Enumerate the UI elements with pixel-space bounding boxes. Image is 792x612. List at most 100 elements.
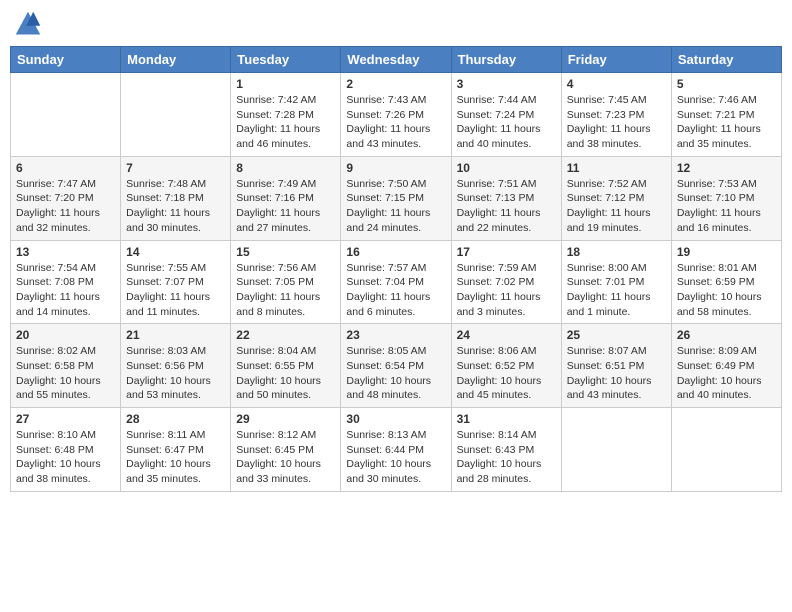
sunset-text: Sunset: 6:47 PM	[126, 444, 204, 456]
day-info: Sunrise: 7:56 AM Sunset: 7:05 PM Dayligh…	[236, 261, 335, 320]
calendar-cell: 2 Sunrise: 7:43 AM Sunset: 7:26 PM Dayli…	[341, 73, 451, 157]
page-header	[10, 10, 782, 38]
sunrise-text: Sunrise: 7:51 AM	[457, 178, 537, 190]
day-info: Sunrise: 7:45 AM Sunset: 7:23 PM Dayligh…	[567, 93, 666, 152]
daylight-text: Daylight: 11 hours and 24 minutes.	[346, 207, 430, 234]
sunrise-text: Sunrise: 7:59 AM	[457, 262, 537, 274]
day-number: 23	[346, 328, 445, 342]
day-info: Sunrise: 8:05 AM Sunset: 6:54 PM Dayligh…	[346, 344, 445, 403]
calendar-cell: 22 Sunrise: 8:04 AM Sunset: 6:55 PM Dayl…	[231, 324, 341, 408]
daylight-text: Daylight: 10 hours and 35 minutes.	[126, 458, 211, 485]
day-number: 3	[457, 77, 556, 91]
sunset-text: Sunset: 6:55 PM	[236, 360, 314, 372]
day-info: Sunrise: 7:52 AM Sunset: 7:12 PM Dayligh…	[567, 177, 666, 236]
header-friday: Friday	[561, 47, 671, 73]
sunset-text: Sunset: 7:05 PM	[236, 276, 314, 288]
sunrise-text: Sunrise: 7:48 AM	[126, 178, 206, 190]
daylight-text: Daylight: 11 hours and 32 minutes.	[16, 207, 100, 234]
sunrise-text: Sunrise: 8:14 AM	[457, 429, 537, 441]
day-number: 12	[677, 161, 776, 175]
daylight-text: Daylight: 11 hours and 46 minutes.	[236, 123, 320, 150]
daylight-text: Daylight: 10 hours and 53 minutes.	[126, 375, 211, 402]
sunrise-text: Sunrise: 8:11 AM	[126, 429, 205, 441]
calendar-cell: 17 Sunrise: 7:59 AM Sunset: 7:02 PM Dayl…	[451, 240, 561, 324]
day-number: 1	[236, 77, 335, 91]
calendar-week-3: 13 Sunrise: 7:54 AM Sunset: 7:08 PM Dayl…	[11, 240, 782, 324]
day-info: Sunrise: 8:03 AM Sunset: 6:56 PM Dayligh…	[126, 344, 225, 403]
calendar-cell: 16 Sunrise: 7:57 AM Sunset: 7:04 PM Dayl…	[341, 240, 451, 324]
sunset-text: Sunset: 6:51 PM	[567, 360, 645, 372]
daylight-text: Daylight: 10 hours and 28 minutes.	[457, 458, 542, 485]
day-number: 20	[16, 328, 115, 342]
sunset-text: Sunset: 7:23 PM	[567, 109, 645, 121]
daylight-text: Daylight: 10 hours and 55 minutes.	[16, 375, 101, 402]
calendar-cell: 1 Sunrise: 7:42 AM Sunset: 7:28 PM Dayli…	[231, 73, 341, 157]
sunset-text: Sunset: 7:24 PM	[457, 109, 535, 121]
daylight-text: Daylight: 11 hours and 19 minutes.	[567, 207, 651, 234]
sunrise-text: Sunrise: 8:12 AM	[236, 429, 316, 441]
day-info: Sunrise: 7:59 AM Sunset: 7:02 PM Dayligh…	[457, 261, 556, 320]
sunset-text: Sunset: 6:54 PM	[346, 360, 424, 372]
calendar-cell	[121, 73, 231, 157]
daylight-text: Daylight: 11 hours and 38 minutes.	[567, 123, 651, 150]
sunset-text: Sunset: 6:59 PM	[677, 276, 755, 288]
day-info: Sunrise: 7:47 AM Sunset: 7:20 PM Dayligh…	[16, 177, 115, 236]
sunset-text: Sunset: 6:44 PM	[346, 444, 424, 456]
calendar-cell: 29 Sunrise: 8:12 AM Sunset: 6:45 PM Dayl…	[231, 408, 341, 492]
day-number: 26	[677, 328, 776, 342]
sunset-text: Sunset: 7:15 PM	[346, 192, 424, 204]
sunrise-text: Sunrise: 7:52 AM	[567, 178, 647, 190]
day-number: 4	[567, 77, 666, 91]
calendar-cell: 25 Sunrise: 8:07 AM Sunset: 6:51 PM Dayl…	[561, 324, 671, 408]
sunset-text: Sunset: 7:16 PM	[236, 192, 314, 204]
daylight-text: Daylight: 10 hours and 45 minutes.	[457, 375, 542, 402]
day-info: Sunrise: 7:49 AM Sunset: 7:16 PM Dayligh…	[236, 177, 335, 236]
sunset-text: Sunset: 6:48 PM	[16, 444, 94, 456]
day-number: 11	[567, 161, 666, 175]
day-number: 15	[236, 245, 335, 259]
daylight-text: Daylight: 11 hours and 14 minutes.	[16, 291, 100, 318]
calendar-week-4: 20 Sunrise: 8:02 AM Sunset: 6:58 PM Dayl…	[11, 324, 782, 408]
daylight-text: Daylight: 11 hours and 22 minutes.	[457, 207, 541, 234]
day-number: 18	[567, 245, 666, 259]
calendar-cell: 21 Sunrise: 8:03 AM Sunset: 6:56 PM Dayl…	[121, 324, 231, 408]
daylight-text: Daylight: 10 hours and 48 minutes.	[346, 375, 431, 402]
day-info: Sunrise: 7:44 AM Sunset: 7:24 PM Dayligh…	[457, 93, 556, 152]
day-number: 22	[236, 328, 335, 342]
calendar-cell	[11, 73, 121, 157]
day-number: 7	[126, 161, 225, 175]
sunrise-text: Sunrise: 8:10 AM	[16, 429, 96, 441]
sunset-text: Sunset: 6:45 PM	[236, 444, 314, 456]
sunset-text: Sunset: 6:43 PM	[457, 444, 535, 456]
daylight-text: Daylight: 10 hours and 33 minutes.	[236, 458, 321, 485]
daylight-text: Daylight: 11 hours and 1 minute.	[567, 291, 651, 318]
day-info: Sunrise: 8:00 AM Sunset: 7:01 PM Dayligh…	[567, 261, 666, 320]
day-number: 10	[457, 161, 556, 175]
calendar-cell: 30 Sunrise: 8:13 AM Sunset: 6:44 PM Dayl…	[341, 408, 451, 492]
day-number: 9	[346, 161, 445, 175]
sunset-text: Sunset: 7:07 PM	[126, 276, 204, 288]
sunrise-text: Sunrise: 7:57 AM	[346, 262, 426, 274]
day-number: 13	[16, 245, 115, 259]
calendar-cell: 11 Sunrise: 7:52 AM Sunset: 7:12 PM Dayl…	[561, 156, 671, 240]
day-info: Sunrise: 8:13 AM Sunset: 6:44 PM Dayligh…	[346, 428, 445, 487]
daylight-text: Daylight: 11 hours and 30 minutes.	[126, 207, 210, 234]
sunset-text: Sunset: 6:52 PM	[457, 360, 535, 372]
sunset-text: Sunset: 7:26 PM	[346, 109, 424, 121]
calendar-week-2: 6 Sunrise: 7:47 AM Sunset: 7:20 PM Dayli…	[11, 156, 782, 240]
sunrise-text: Sunrise: 8:05 AM	[346, 345, 426, 357]
daylight-text: Daylight: 11 hours and 40 minutes.	[457, 123, 541, 150]
sunrise-text: Sunrise: 8:04 AM	[236, 345, 316, 357]
sunrise-text: Sunrise: 8:03 AM	[126, 345, 206, 357]
sunset-text: Sunset: 7:08 PM	[16, 276, 94, 288]
day-info: Sunrise: 8:10 AM Sunset: 6:48 PM Dayligh…	[16, 428, 115, 487]
header-saturday: Saturday	[671, 47, 781, 73]
sunset-text: Sunset: 7:21 PM	[677, 109, 755, 121]
day-info: Sunrise: 7:53 AM Sunset: 7:10 PM Dayligh…	[677, 177, 776, 236]
day-number: 17	[457, 245, 556, 259]
day-number: 14	[126, 245, 225, 259]
sunset-text: Sunset: 7:20 PM	[16, 192, 94, 204]
calendar-cell: 7 Sunrise: 7:48 AM Sunset: 7:18 PM Dayli…	[121, 156, 231, 240]
calendar-cell: 31 Sunrise: 8:14 AM Sunset: 6:43 PM Dayl…	[451, 408, 561, 492]
day-info: Sunrise: 7:48 AM Sunset: 7:18 PM Dayligh…	[126, 177, 225, 236]
